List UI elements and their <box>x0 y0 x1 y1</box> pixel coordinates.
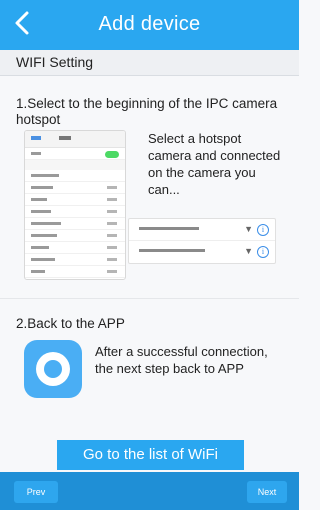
next-button[interactable]: Next <box>247 481 287 503</box>
info-icon: i <box>257 246 269 258</box>
section-header: WIFI Setting <box>0 50 299 76</box>
app-icon <box>24 340 82 398</box>
list-item: ▼ i <box>129 241 275 262</box>
phone-wifi-settings-illustration <box>24 130 126 280</box>
go-to-wifi-list-button[interactable]: Go to the list of WiFi <box>57 440 244 470</box>
info-icon: i <box>257 224 269 236</box>
step1-instruction: Select a hotspot camera and connected on… <box>148 131 281 197</box>
app-header: Add device <box>0 0 299 50</box>
hotspot-list-illustration: ▼ i ▼ i <box>128 218 276 264</box>
footer-bar: Prev Next <box>0 472 299 510</box>
page-title: Add device <box>98 13 201 35</box>
prev-button[interactable]: Prev <box>14 481 58 503</box>
step2-instruction: After a successful connection, the next … <box>95 344 268 376</box>
wifi-icon: ▼ <box>244 224 253 234</box>
step1-title: 1.Select to the beginning of the IPC cam… <box>16 96 278 127</box>
wifi-icon: ▼ <box>244 246 253 256</box>
list-item: ▼ i <box>129 219 275 241</box>
step2-title: 2.Back to the APP <box>16 316 125 331</box>
divider <box>0 298 299 299</box>
section-title: WIFI Setting <box>16 54 94 70</box>
